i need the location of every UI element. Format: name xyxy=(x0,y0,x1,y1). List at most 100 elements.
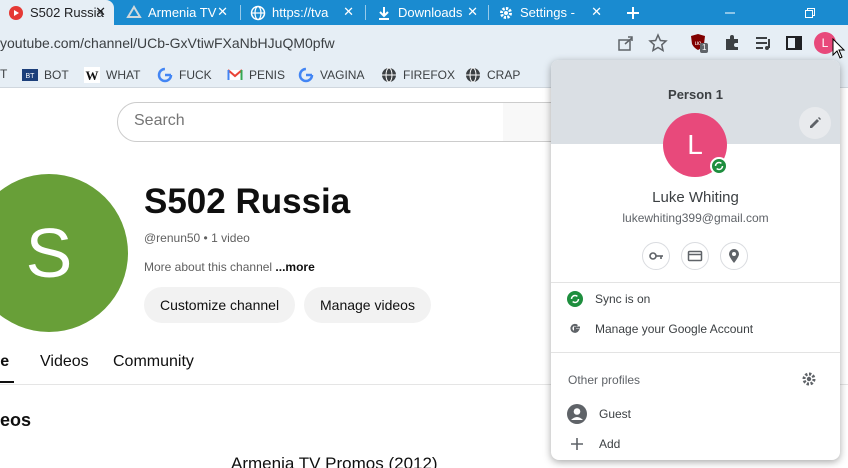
guest-profile-item[interactable]: Guest xyxy=(567,404,631,424)
bookmark-item[interactable]: PENIS xyxy=(227,67,285,83)
about-more-link[interactable]: ...more xyxy=(275,260,314,274)
payment-methods-button[interactable] xyxy=(681,242,709,270)
guest-label: Guest xyxy=(599,407,632,421)
tab-tva[interactable]: https://tva ✕ xyxy=(242,0,362,25)
close-icon[interactable]: ✕ xyxy=(591,5,602,19)
google-g-icon xyxy=(570,323,580,333)
manage-videos-button[interactable]: Manage videos xyxy=(304,287,431,323)
sync-icon xyxy=(714,161,724,171)
tab-title: Downloads xyxy=(398,5,463,20)
channel-meta: @renun50 • 1 video xyxy=(144,231,250,245)
bookmark-label: FIREFOX xyxy=(403,68,456,82)
other-profiles-heading: Other profiles xyxy=(568,373,641,387)
plus-icon xyxy=(571,438,583,450)
sync-badge-icon xyxy=(710,157,728,175)
manage-profiles-gear-icon[interactable] xyxy=(801,371,817,387)
tab-armenia-tv[interactable]: Armenia TV ✕ xyxy=(118,0,236,25)
restore-button[interactable] xyxy=(790,0,830,25)
manage-google-account-item[interactable]: Manage your Google Account xyxy=(567,321,753,337)
profile-avatar-letter: L xyxy=(687,129,703,160)
tab-s502-russia[interactable]: S502 Russia ✕ xyxy=(0,0,114,25)
user-email: lukewhiting399@gmail.com xyxy=(622,211,769,225)
tab-downloads[interactable]: Downloads ✕ xyxy=(368,0,486,25)
bookmark-label: VAGINA xyxy=(320,68,365,82)
minimize-icon xyxy=(725,12,735,13)
bookmark-item[interactable]: FUCK xyxy=(157,67,212,83)
profile-menu: Person 1 L Luke Whiting lukewhiting399@g… xyxy=(551,60,840,460)
tab-title: https://tva xyxy=(272,5,329,20)
credit-card-icon xyxy=(687,250,703,262)
search-input[interactable] xyxy=(134,112,494,130)
edit-profile-button[interactable] xyxy=(799,107,831,139)
add-profile-item[interactable]: Add xyxy=(567,437,620,451)
bookmark-label: BOT xyxy=(44,68,69,82)
customize-channel-button[interactable]: Customize channel xyxy=(144,287,296,323)
sync-label: Sync is on xyxy=(595,292,651,306)
gmail-icon xyxy=(227,69,243,80)
menu-divider xyxy=(551,352,840,353)
tab-settings[interactable]: Settings - ✕ xyxy=(490,0,610,25)
guest-avatar-icon xyxy=(567,404,587,424)
close-icon[interactable]: ✕ xyxy=(343,5,354,19)
tab-title: S502 Russia xyxy=(30,5,104,20)
svg-text:BT: BT xyxy=(26,73,36,80)
bookmark-item[interactable]: T xyxy=(0,67,7,81)
bt-icon: BT xyxy=(22,69,38,81)
location-pin-icon xyxy=(729,249,739,263)
bookmark-label: WHAT xyxy=(106,68,141,82)
sync-status-item[interactable]: Sync is on xyxy=(567,291,650,307)
globe-icon xyxy=(466,67,480,83)
close-icon[interactable]: ✕ xyxy=(95,5,106,19)
tab-community[interactable]: Community xyxy=(113,353,194,371)
button-label: Customize channel xyxy=(160,297,280,313)
bookmark-item[interactable]: CRAP xyxy=(465,67,520,83)
extension-badge: 1 xyxy=(700,43,709,53)
profile-name-label: Person 1 xyxy=(668,87,723,102)
google-icon xyxy=(157,67,173,83)
share-icon[interactable] xyxy=(616,33,636,53)
sync-icon xyxy=(567,291,583,307)
bookmark-item[interactable]: FIREFOX xyxy=(381,67,455,83)
video-title[interactable]: Armenia TV Promos (2012) xyxy=(231,454,438,468)
media-controls-icon[interactable] xyxy=(753,33,773,53)
minimize-button[interactable] xyxy=(710,0,750,25)
restore-icon xyxy=(805,7,815,18)
bookmark-item[interactable]: BT BOT xyxy=(22,67,69,83)
bookmark-label: PENIS xyxy=(249,68,286,82)
tab-home[interactable]: me xyxy=(0,353,9,371)
tab-videos[interactable]: Videos xyxy=(40,353,89,371)
about-text: More about this channel xyxy=(144,260,276,274)
tab-separator xyxy=(240,5,241,20)
addresses-button[interactable] xyxy=(720,242,748,270)
close-icon[interactable]: ✕ xyxy=(467,5,478,19)
tab-title: Armenia TV xyxy=(148,5,217,20)
channel-about[interactable]: More about this channel ...more xyxy=(144,260,315,274)
bookmark-label: T xyxy=(0,67,8,81)
youtube-icon xyxy=(9,5,23,20)
bookmark-label: FUCK xyxy=(179,68,212,82)
new-tab-button[interactable] xyxy=(620,0,646,25)
gear-icon xyxy=(500,6,512,19)
add-label: Add xyxy=(599,437,621,451)
channel-avatar[interactable]: S xyxy=(0,174,128,332)
w-icon: W xyxy=(84,67,100,83)
bookmark-item[interactable]: W WHAT xyxy=(84,67,140,83)
address-bar[interactable]: youtube.com/channel/UCb-GxVtiwFXaNbHJuQM… xyxy=(0,29,680,58)
key-icon xyxy=(649,252,663,260)
section-title: eos xyxy=(0,410,32,430)
side-panel-icon[interactable] xyxy=(784,33,804,53)
extensions-puzzle-icon[interactable] xyxy=(722,33,742,53)
google-icon xyxy=(298,67,314,83)
user-name: Luke Whiting xyxy=(652,189,739,206)
address-url[interactable]: youtube.com/channel/UCb-GxVtiwFXaNbHJuQM… xyxy=(0,35,335,51)
ublock-extension-button[interactable]: uo 1 xyxy=(689,33,711,55)
mouse-cursor-icon xyxy=(832,38,846,59)
bookmark-item[interactable]: VAGINA xyxy=(298,67,364,83)
globe-icon xyxy=(382,67,396,83)
globe-icon xyxy=(250,5,266,20)
svg-text:W: W xyxy=(86,68,99,83)
bookmark-star-icon[interactable] xyxy=(648,33,668,53)
passwords-button[interactable] xyxy=(642,242,670,270)
close-icon[interactable]: ✕ xyxy=(217,5,228,19)
tab-title: Settings - xyxy=(520,5,575,20)
